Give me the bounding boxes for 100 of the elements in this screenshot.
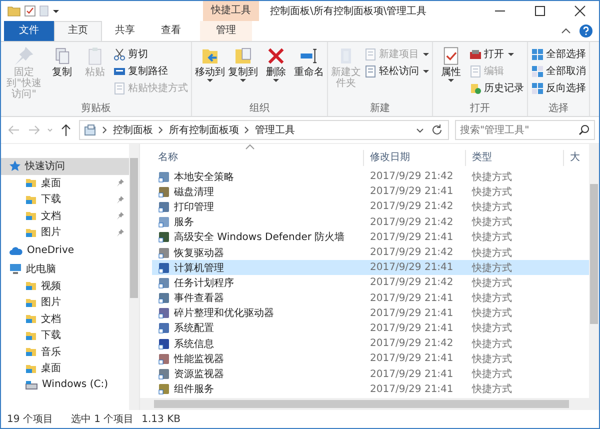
file-name: 性能监视器	[174, 352, 224, 366]
date-cell-text: 2017/9/29 21:42	[369, 277, 454, 288]
date-cell-text: 2017/9/29 21:41	[369, 322, 454, 334]
group-label: 选择	[548, 102, 570, 116]
selection-info: 选中 1 个项目	[70, 412, 134, 426]
ribbon-button[interactable]: 反向选择	[530, 80, 587, 96]
selection-size: 1.13 KB	[142, 414, 181, 424]
file-row[interactable]: 本地安全策略 2017/9/29 21:42 快捷方式	[152, 169, 589, 184]
ribbon-button[interactable]: 复制路径	[112, 63, 189, 79]
ribbon-tab[interactable]: 查看	[148, 21, 194, 41]
file-name: 组件服务	[174, 383, 214, 396]
file-name: 系统配置	[174, 322, 214, 336]
file-row[interactable]: 组件服务 2017/9/29 21:41 快捷方式	[152, 382, 589, 397]
ribbon-button[interactable]: 移动到	[194, 44, 226, 102]
column-header[interactable]: 类型	[466, 150, 564, 166]
breadcrumb[interactable]: 管理工具	[255, 123, 295, 137]
ribbon-tab[interactable]: 主页	[54, 21, 102, 41]
group-label: 新建	[369, 102, 391, 116]
nav-item[interactable]: 下载	[1, 191, 129, 208]
type-cell-text: 快捷方式	[470, 200, 513, 214]
ribbon-button[interactable]: 删除	[260, 44, 292, 102]
nav-item[interactable]: 桌面	[1, 360, 129, 376]
file-row[interactable]: 恢复驱动器 2017/9/29 21:42 快捷方式	[152, 244, 589, 260]
nav-item[interactable]: 快速访问	[1, 158, 129, 174]
file-name: 计算机管理	[174, 262, 224, 275]
date-cell-text: 2017/9/29 21:41	[369, 262, 454, 274]
file-name: 碎片整理和优化驱动器	[174, 306, 274, 320]
file-name: 高级安全 Windows Defender 防火墙	[174, 230, 345, 244]
column-header[interactable]: 修改日期	[364, 150, 466, 166]
file-row[interactable]: 碎片整理和优化驱动器 2017/9/29 21:41 快捷方式	[152, 306, 589, 321]
search-field[interactable]: 搜索"管理工具"	[455, 120, 595, 140]
date-cell-text: 2017/9/29 21:42	[369, 338, 454, 350]
type-cell-text: 快捷方式	[470, 276, 513, 290]
type-cell-text: 快捷方式	[470, 368, 513, 382]
ribbon-button[interactable]: 重命名	[293, 44, 325, 102]
date-cell-text: 2017/9/29 21:41	[369, 186, 454, 198]
ribbon-tab[interactable]: 共享	[102, 21, 148, 41]
type-cell-text: 快捷方式	[470, 170, 513, 184]
nav-item[interactable]: 音乐	[1, 344, 129, 360]
file-name: 恢复驱动器	[174, 246, 224, 260]
date-cell-text: 2017/9/29 21:42	[369, 216, 454, 228]
nav-item[interactable]: 图片	[1, 224, 129, 240]
type-cell-text: 快捷方式	[470, 382, 513, 396]
file-row[interactable]: 事件查看器 2017/9/29 21:41 快捷方式	[152, 290, 589, 306]
file-name: 本地安全策略	[174, 170, 234, 184]
nav-item[interactable]: 此电脑	[1, 261, 129, 278]
window-title: 控制面板\所有控制面板项\管理工具	[270, 4, 427, 18]
ribbon-button[interactable]: 历史记录	[468, 80, 525, 96]
file-row[interactable]: 打印管理 2017/9/29 21:42 快捷方式	[152, 199, 589, 215]
nav-item[interactable]: 文档	[1, 310, 129, 327]
file-name: 事件查看器	[174, 292, 224, 306]
ribbon-button[interactable]: 打开	[468, 46, 525, 62]
column-header[interactable]: 大	[564, 150, 584, 166]
context-tab-group: 快捷工具	[203, 1, 259, 21]
file-row[interactable]: 任务计划程序 2017/9/29 21:42 快捷方式	[152, 275, 589, 290]
ribbon-button[interactable]: 复制	[46, 44, 78, 102]
file-name: 任务计划程序	[174, 276, 234, 290]
column-header[interactable]: 名称	[152, 150, 364, 166]
nav-item[interactable]: 下载	[1, 327, 129, 344]
file-name: 资源监视器	[174, 368, 224, 382]
nav-item[interactable]: OneDrive	[1, 242, 129, 259]
type-cell-text: 快捷方式	[470, 246, 513, 260]
ribbon-button[interactable]: 剪切	[112, 46, 189, 62]
nav-item[interactable]: 桌面	[1, 174, 129, 191]
nav-item[interactable]: 图片	[1, 294, 129, 310]
file-row[interactable]: 磁盘清理 2017/9/29 21:41 快捷方式	[152, 184, 589, 200]
ribbon-tab[interactable]: 文件	[4, 21, 54, 41]
address-bar[interactable]: 控制面板 所有控制面板项 管理工具	[79, 120, 449, 140]
group-label: 剪贴板	[80, 102, 112, 116]
type-cell-text: 快捷方式	[470, 338, 513, 351]
date-cell-text: 2017/9/29 21:41	[369, 308, 454, 319]
file-row[interactable]: 性能监视器 2017/9/29 21:41 快捷方式	[152, 351, 589, 366]
ribbon-button[interactable]: 轻松访问	[363, 63, 430, 79]
nav-item[interactable]: 视频	[1, 278, 129, 294]
date-cell-text: 2017/9/29 21:41	[369, 368, 454, 380]
file-row[interactable]: 系统配置 2017/9/29 21:41 快捷方式	[152, 320, 589, 336]
breadcrumb[interactable]: 所有控制面板项	[169, 123, 239, 137]
file-name: 磁盘清理	[174, 186, 214, 199]
file-row[interactable]: 计算机管理 2017/9/29 21:41 快捷方式	[152, 260, 589, 276]
file-name: 服务	[174, 216, 194, 230]
ribbon-button[interactable]: 属性	[435, 44, 467, 102]
breadcrumb[interactable]: 控制面板	[113, 123, 153, 137]
date-cell-text: 2017/9/29 21:42	[369, 247, 454, 258]
ribbon-tab[interactable]: 管理	[200, 21, 252, 41]
ribbon-button[interactable]: 复制到	[227, 44, 259, 102]
file-row[interactable]: 高级安全 Windows Defender 防火墙 2017/9/29 21:41 快捷方式	[152, 230, 589, 245]
date-cell-text: 2017/9/29 21:42	[369, 171, 454, 182]
ribbon-button[interactable]: 全部选择	[530, 46, 587, 62]
file-row[interactable]: 系统信息 2017/9/29 21:42 快捷方式	[152, 336, 589, 352]
file-row[interactable]: 资源监视器 2017/9/29 21:41 快捷方式	[152, 366, 589, 382]
type-cell-text: 快捷方式	[470, 292, 513, 306]
file-row[interactable]: 服务 2017/9/29 21:42 快捷方式	[152, 214, 589, 230]
ribbon-button[interactable]: 全部取消	[530, 63, 587, 79]
type-cell-text: 快捷方式	[470, 216, 513, 230]
file-name: 打印管理	[174, 200, 214, 214]
type-cell-text: 快捷方式	[470, 230, 513, 244]
date-cell-text: 2017/9/29 21:41	[369, 292, 454, 304]
nav-item[interactable]: 文档	[1, 208, 129, 224]
nav-item[interactable]: Windows (C:)	[1, 376, 129, 393]
group-label: 组织	[248, 102, 270, 116]
